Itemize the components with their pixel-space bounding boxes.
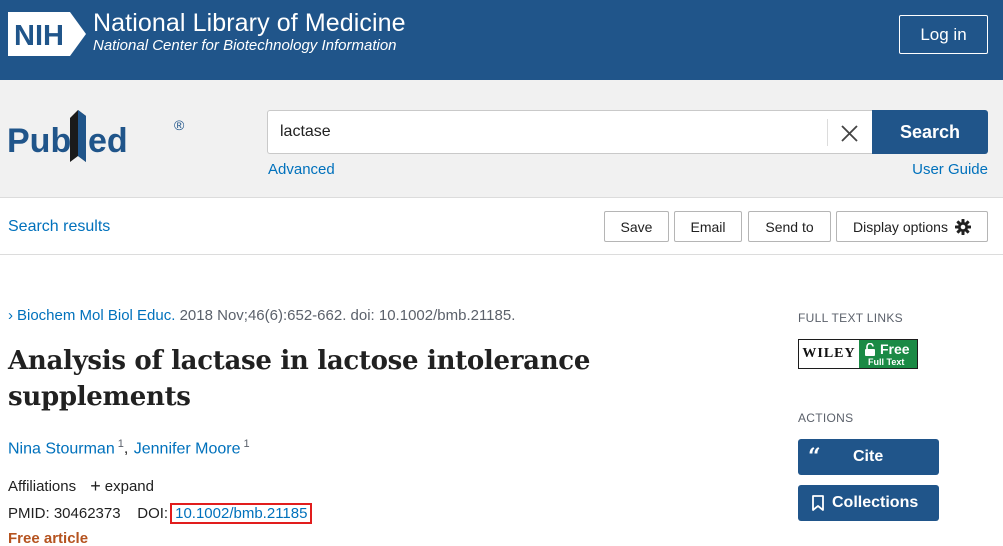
display-options-button[interactable]: Display options [836,211,988,242]
svg-text:NIH: NIH [14,20,64,52]
doi-label: DOI: [137,505,169,522]
full-text-label: Full Text [868,357,905,367]
email-button[interactable]: Email [674,211,742,242]
search-button[interactable]: Search [872,110,988,154]
wiley-logo: WILEY [799,340,859,368]
cite-button[interactable]: “ Cite [798,439,939,475]
affiliations-row: Affiliations + expand [8,476,154,497]
author-link[interactable]: Nina Stourman [8,440,115,457]
pmid-value: 30462373 [53,505,121,522]
free-full-text-badge: Free Full Text [859,340,917,368]
full-text-links-heading: FULL TEXT LINKS [798,311,903,325]
doi-highlight-box: 10.1002/bmb.21185 [170,503,313,524]
svg-text:Pub: Pub [7,122,71,160]
search-input[interactable] [280,111,820,153]
affiliations-label: Affiliations [8,478,77,495]
display-options-label: Display options [853,218,948,235]
login-button[interactable]: Log in [899,15,988,54]
pubmed-logo-icon[interactable]: Pub ed ® [6,106,196,170]
quote-icon: “ [808,444,821,470]
citation-details: 2018 Nov;46(6):652-662. doi: 10.1002/bmb… [179,307,516,324]
cite-label: Cite [853,448,884,465]
free-article-label: Free article [8,530,89,546]
nih-logo-icon[interactable]: NIH [8,12,86,56]
nih-title[interactable]: National Library of Medicine [93,9,406,38]
results-toolbar: Search results Save Email Send to Displa… [0,199,1003,255]
save-button[interactable]: Save [604,211,669,242]
wiley-full-text-link[interactable]: WILEY Free Full Text [798,339,918,369]
doi-link[interactable]: 10.1002/bmb.21185 [175,505,307,522]
chevron-right-icon[interactable]: › [8,307,13,324]
plus-icon: + [90,476,101,496]
svg-text:®: ® [174,117,185,133]
free-label: Free [880,341,910,357]
divider [827,119,828,146]
unlock-icon [865,343,875,356]
nih-subtitle: National Center for Biotechnology Inform… [93,37,397,54]
journal-link[interactable]: Biochem Mol Biol Educ. [17,307,175,324]
clear-search-icon[interactable] [834,119,864,147]
gear-icon [954,218,971,235]
collections-button[interactable]: Collections [798,485,939,521]
search-results-link[interactable]: Search results [8,218,110,236]
expand-affiliations-button[interactable]: + expand [90,476,154,496]
send-to-button[interactable]: Send to [748,211,831,242]
svg-text:ed: ed [88,122,128,160]
collections-label: Collections [832,494,919,511]
article-title: Analysis of lactase in lactose intoleran… [8,346,591,412]
expand-label: expand [104,478,154,495]
bookmark-icon [812,495,824,511]
user-guide-link[interactable]: User Guide [912,161,988,178]
author-link[interactable]: Jennifer Moore [134,440,241,457]
pmid-label: PMID: [8,505,50,522]
affiliation-ref[interactable]: 1 [243,438,249,450]
affiliation-ref[interactable]: 1 [118,438,124,450]
author-separator: , [123,440,129,458]
search-area: Pub ed ® Search Advanced User Guide [0,80,1003,198]
actions-heading: ACTIONS [798,411,854,425]
author-list: Nina Stourman 1, Jennifer Moore 1 [8,438,250,458]
advanced-search-link[interactable]: Advanced [268,161,335,178]
citation-line: › Biochem Mol Biol Educ. 2018 Nov;46(6):6… [8,307,515,324]
identifiers-row: PMID: 30462373 DOI: 10.1002/bmb.21185 [8,503,313,524]
search-box [267,110,872,154]
nih-banner: NIH National Library of Medicine Nationa… [0,0,1003,80]
